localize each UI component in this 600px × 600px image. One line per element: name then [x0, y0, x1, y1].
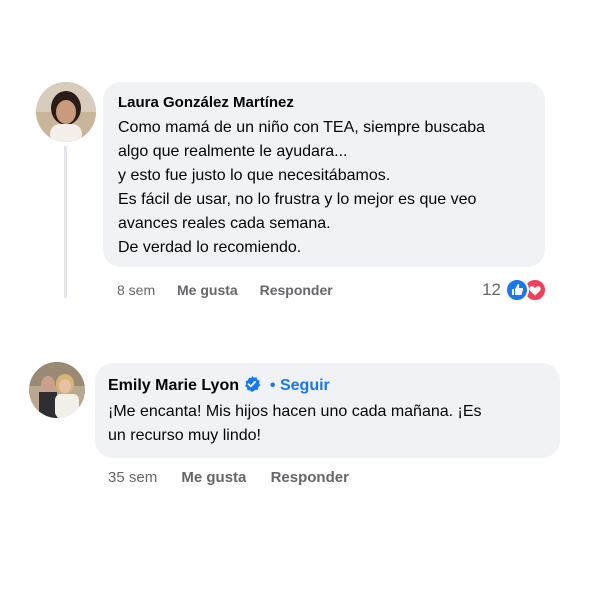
- reaction-summary[interactable]: 12: [482, 278, 547, 302]
- reply-button[interactable]: Responder: [260, 282, 333, 298]
- reply-button[interactable]: Responder: [271, 469, 349, 486]
- comment-text-line: avances reales cada semana.: [118, 215, 331, 232]
- comment-text-line: Es fácil de usar, no lo frustra y lo mej…: [118, 191, 477, 208]
- timestamp[interactable]: 35 sem: [108, 469, 157, 486]
- comment-actions: 35 sem Me gusta Responder: [108, 469, 349, 486]
- comment-bubble: Laura González Martínez Como mamá de un …: [103, 82, 545, 267]
- avatar[interactable]: [36, 82, 96, 142]
- thread-line: [64, 146, 67, 298]
- comment-text-line: ¡Me encanta! Mis hijos hacen uno cada ma…: [108, 403, 482, 420]
- author-name[interactable]: Emily Marie Lyon: [108, 377, 239, 394]
- avatar[interactable]: [29, 362, 85, 418]
- timestamp[interactable]: 8 sem: [117, 282, 155, 298]
- reaction-count: 12: [482, 280, 501, 299]
- follow-button[interactable]: Seguir: [280, 377, 330, 394]
- comment-text-line: De verdad lo recomiendo.: [118, 239, 302, 256]
- verified-badge-icon: [243, 375, 261, 393]
- like-button[interactable]: Me gusta: [177, 282, 238, 298]
- comment-text-line: Como mamá de un niño con TEA, siempre bu…: [118, 119, 486, 136]
- follow-separator: •: [269, 377, 276, 394]
- comment-bubble: Emily Marie Lyon • Seguir ¡Me encanta! M…: [95, 363, 560, 458]
- comment-text-line: un recurso muy lindo!: [108, 427, 261, 444]
- comment-text-line: y esto fue justo lo que necesitábamos.: [118, 167, 391, 184]
- comment-header: Emily Marie Lyon • Seguir: [108, 375, 330, 395]
- comment-actions: 8 sem Me gusta Responder: [117, 282, 333, 298]
- comment-text-line: algo que realmente le ayudara...: [118, 143, 348, 160]
- like-button[interactable]: Me gusta: [181, 469, 246, 486]
- like-icon: [504, 278, 529, 302]
- author-name[interactable]: Laura González Martínez: [118, 94, 294, 111]
